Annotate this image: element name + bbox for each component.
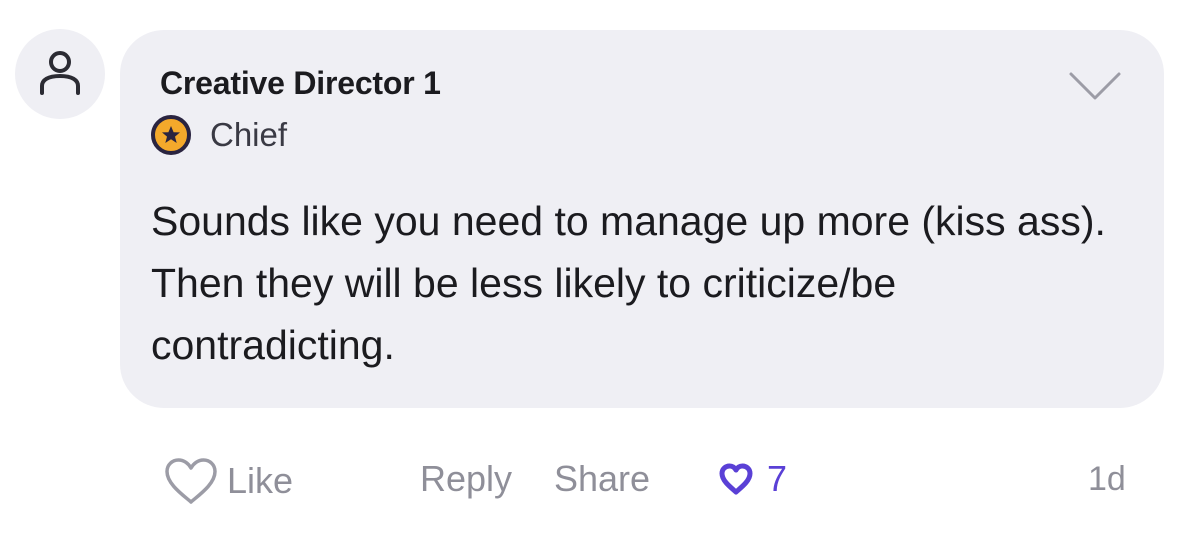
like-button[interactable]: Like: [163, 456, 293, 506]
comment-body: Sounds like you need to manage up more (…: [151, 198, 1106, 368]
likes-count[interactable]: 7: [719, 458, 787, 500]
badge-label: Chief: [210, 116, 288, 153]
star-badge-icon: [151, 115, 191, 155]
like-label: Like: [227, 460, 294, 501]
chevron-down-icon[interactable]: [1067, 68, 1123, 104]
comment-actions: Like Reply Share 7 1d: [0, 440, 1179, 520]
author-badge: Chief: [151, 115, 287, 155]
timestamp: 1d: [1088, 460, 1126, 498]
comment-author[interactable]: Creative Director 1: [160, 65, 441, 102]
avatar[interactable]: [15, 29, 105, 119]
heart-outline-icon: [165, 458, 217, 504]
comment-bubble: Creative Director 1 Chief Sounds like yo…: [120, 30, 1164, 408]
heart-filled-icon: [719, 463, 753, 495]
likes-count-value: 7: [767, 458, 788, 499]
share-button[interactable]: Share: [554, 458, 650, 500]
reply-button[interactable]: Reply: [420, 458, 512, 500]
person-icon: [40, 51, 80, 96]
